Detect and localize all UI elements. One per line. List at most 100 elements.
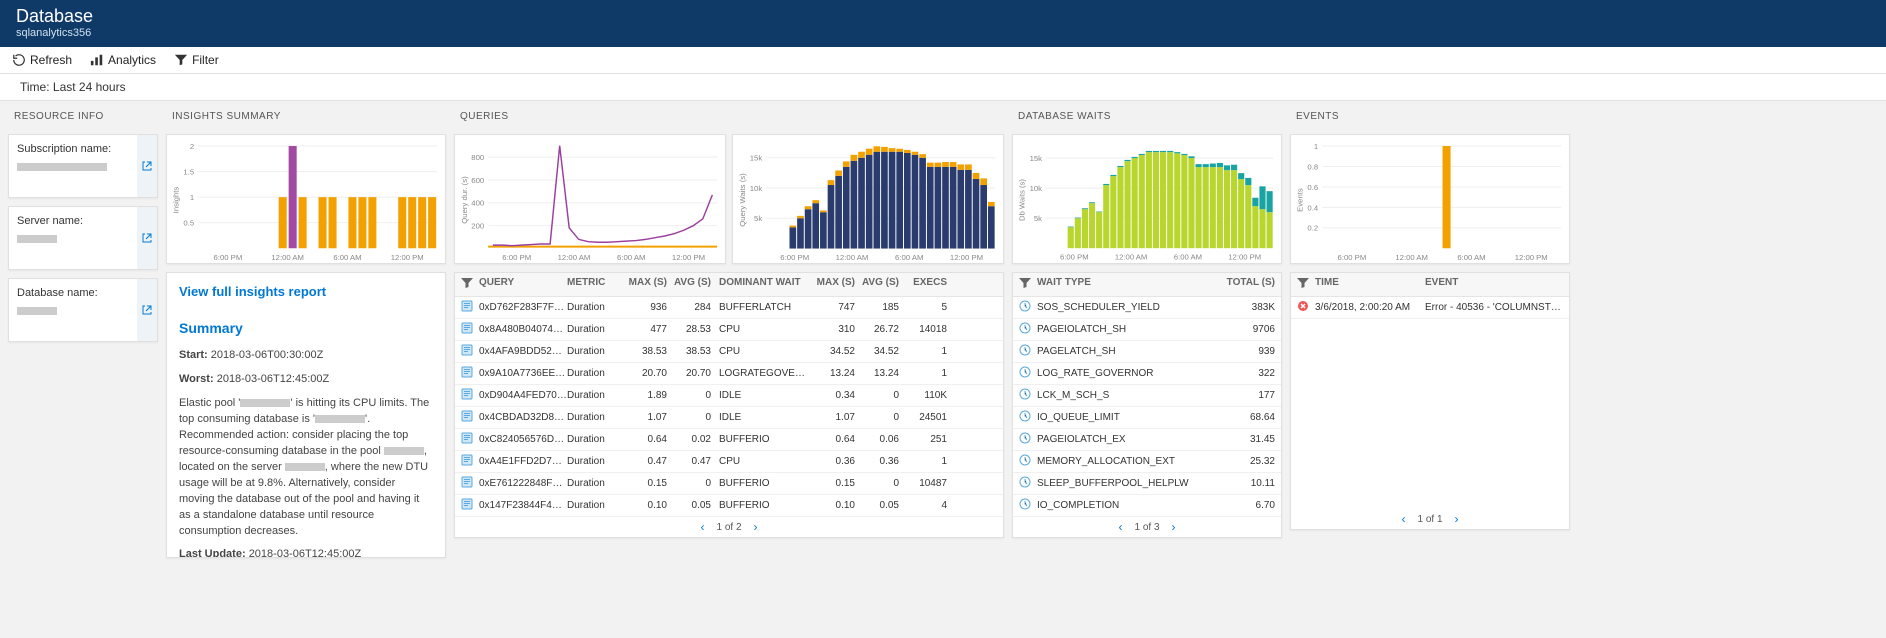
refresh-button[interactable]: Refresh — [12, 53, 72, 67]
col-query[interactable]: QUERY — [479, 277, 567, 292]
external-link-icon — [141, 160, 153, 172]
col-domwait[interactable]: DOMINANT WAIT — [711, 277, 811, 292]
wait-icon — [1019, 498, 1031, 510]
query-icon — [461, 432, 473, 444]
waits-next[interactable]: › — [1172, 521, 1176, 533]
svg-text:6:00 AM: 6:00 AM — [1174, 253, 1202, 262]
table-row[interactable]: 0xE761222848FB8D Duration 0.15 0 BUFFERI… — [455, 473, 1003, 495]
time-range-bar[interactable]: Time: Last 24 hours — [0, 74, 1886, 101]
col-execs[interactable]: EXECS — [899, 277, 947, 292]
events-next[interactable]: › — [1455, 513, 1459, 525]
svg-text:0.5: 0.5 — [183, 219, 194, 228]
svg-text:200: 200 — [471, 222, 484, 231]
events-chart[interactable]: 0.20.40.60.816:00 PM12:00 AM6:00 AM12:00… — [1290, 134, 1570, 264]
svg-text:Query dur. (s): Query dur. (s) — [460, 176, 469, 224]
table-row[interactable]: SLEEP_BUFFERPOOL_HELPLW 10.11 — [1013, 473, 1281, 495]
query-hash: 0x9A10A7736EED… — [479, 368, 567, 379]
svg-text:12:00 AM: 12:00 AM — [271, 253, 304, 262]
page-subtitle: sqlanalytics356 — [16, 27, 1870, 39]
events-page-indicator: 1 of 1 — [1417, 514, 1442, 525]
waits-page-indicator: 1 of 3 — [1134, 522, 1159, 533]
col-max2[interactable]: MAX (S) — [811, 277, 855, 292]
col-total[interactable]: TOTAL (S) — [1221, 277, 1275, 292]
toolbar: Refresh Analytics Filter — [0, 47, 1886, 74]
analytics-icon — [90, 53, 104, 67]
query-hash: 0x8A480B040746… — [479, 324, 567, 335]
svg-text:Events: Events — [1296, 188, 1305, 212]
query-icon — [461, 344, 473, 356]
table-row[interactable]: PAGEIOLATCH_SH 9706 — [1013, 319, 1281, 341]
events-prev[interactable]: ‹ — [1401, 513, 1405, 525]
table-row[interactable]: 0xD904A4FED700… Duration 1.89 0 IDLE 0.3… — [455, 385, 1003, 407]
wait-icon — [1019, 388, 1031, 400]
table-row[interactable]: 0x4CBDAD32D85… Duration 1.07 0 IDLE 1.07… — [455, 407, 1003, 429]
table-row[interactable]: PAGELATCH_SH 939 — [1013, 341, 1281, 363]
svg-text:12:00 PM: 12:00 PM — [391, 253, 424, 262]
wait-icon — [1019, 322, 1031, 334]
table-row[interactable]: IO_QUEUE_LIMIT 68.64 — [1013, 407, 1281, 429]
svg-text:0.6: 0.6 — [1307, 183, 1318, 192]
queries-prev[interactable]: ‹ — [700, 521, 704, 533]
table-row[interactable]: 0xA4E1FFD2D77C… Duration 0.47 0.47 CPU 0… — [455, 451, 1003, 473]
table-row[interactable]: SOS_SCHEDULER_YIELD 383K — [1013, 297, 1281, 319]
start-line: Start: 2018-03-06T00:30:00Z — [179, 348, 433, 364]
wait-icon — [1019, 476, 1031, 488]
query-duration-chart[interactable]: 2004006008006:00 PM12:00 AM6:00 AM12:00 … — [454, 134, 726, 264]
col-wait-type[interactable]: WAIT TYPE — [1037, 277, 1221, 292]
insights-chart[interactable]: 0.511.526:00 PM12:00 AM6:00 AM12:00 PMIn… — [166, 134, 446, 264]
svg-text:6:00 AM: 6:00 AM — [333, 253, 361, 262]
query-hash: 0xE761222848FB8D — [479, 478, 567, 489]
queries-next[interactable]: › — [754, 521, 758, 533]
svg-text:12:00 PM: 12:00 PM — [1228, 253, 1261, 262]
svg-text:12:00 PM: 12:00 PM — [1515, 253, 1548, 262]
table-row[interactable]: 0x147F23844F44E8 Duration 0.10 0.05 BUFF… — [455, 495, 1003, 517]
db-waits-chart[interactable]: 5k10k15k6:00 PM12:00 AM6:00 AM12:00 PMDb… — [1012, 134, 1282, 264]
subscription-open-link[interactable] — [137, 135, 157, 197]
database-open-link[interactable] — [137, 279, 157, 341]
table-row[interactable]: PAGEIOLATCH_EX 31.45 — [1013, 429, 1281, 451]
svg-text:2: 2 — [190, 142, 194, 151]
waits-prev[interactable]: ‹ — [1118, 521, 1122, 533]
table-row[interactable]: LCK_M_SCH_S 177 — [1013, 385, 1281, 407]
query-icon — [461, 454, 473, 466]
filter-button[interactable]: Filter — [174, 53, 219, 67]
col-avg[interactable]: AVG (S) — [667, 277, 711, 292]
table-row[interactable]: 0xC824056576DF… Duration 0.64 0.02 BUFFE… — [455, 429, 1003, 451]
col-avg2[interactable]: AVG (S) — [855, 277, 899, 292]
query-hash: 0xD904A4FED700… — [479, 390, 567, 401]
analytics-button[interactable]: Analytics — [90, 53, 156, 67]
view-full-report-link[interactable]: View full insights report — [179, 283, 326, 302]
svg-text:6:00 PM: 6:00 PM — [1338, 253, 1367, 262]
svg-text:6:00 PM: 6:00 PM — [502, 253, 531, 262]
query-hash: 0x147F23844F44E8 — [479, 500, 567, 511]
summary-heading: Summary — [179, 318, 433, 338]
table-row[interactable]: IO_COMPLETION 6.70 — [1013, 495, 1281, 517]
table-row[interactable]: 3/6/2018, 2:00:20 AM Error - 40536 - 'CO… — [1291, 297, 1569, 319]
col-max[interactable]: MAX (S) — [623, 277, 667, 292]
col-event[interactable]: EVENT — [1425, 277, 1563, 292]
table-row[interactable]: 0xD762F283F7FBF5 Duration 936 284 BUFFER… — [455, 297, 1003, 319]
filter-label: Filter — [192, 53, 219, 67]
server-value-redacted — [17, 235, 57, 243]
filter-icon[interactable] — [1019, 277, 1031, 289]
resource-info-heading: RESOURCE INFO — [8, 107, 158, 126]
filter-icon[interactable] — [1297, 277, 1309, 289]
server-open-link[interactable] — [137, 207, 157, 269]
table-row[interactable]: MEMORY_ALLOCATION_EXT 25.32 — [1013, 451, 1281, 473]
svg-text:6:00 AM: 6:00 AM — [617, 253, 645, 262]
svg-text:6:00 PM: 6:00 PM — [780, 253, 809, 262]
subscription-label: Subscription name: — [17, 143, 129, 155]
svg-text:Query Waits (s): Query Waits (s) — [738, 173, 747, 227]
table-row[interactable]: LOG_RATE_GOVERNOR 322 — [1013, 363, 1281, 385]
svg-text:Insights: Insights — [172, 187, 181, 214]
col-time[interactable]: TIME — [1315, 277, 1425, 292]
external-link-icon — [141, 232, 153, 244]
col-metric[interactable]: METRIC — [567, 277, 623, 292]
query-waits-chart[interactable]: 5k10k15k6:00 PM12:00 AM6:00 AM12:00 PMQu… — [732, 134, 1004, 264]
table-row[interactable]: 0x9A10A7736EED… Duration 20.70 20.70 LOG… — [455, 363, 1003, 385]
svg-text:600: 600 — [471, 176, 484, 185]
filter-icon[interactable] — [461, 277, 473, 289]
table-row[interactable]: 0x8A480B040746… Duration 477 28.53 CPU 3… — [455, 319, 1003, 341]
svg-text:10k: 10k — [750, 184, 763, 193]
table-row[interactable]: 0x4AFA9BDD526… Duration 38.53 38.53 CPU … — [455, 341, 1003, 363]
